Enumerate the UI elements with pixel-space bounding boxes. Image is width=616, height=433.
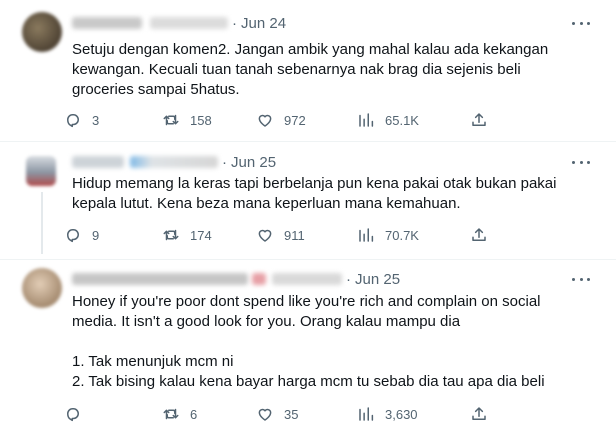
share-icon	[472, 407, 486, 420]
heart-icon	[258, 114, 272, 127]
avatar[interactable]	[22, 268, 62, 308]
reply-count: 9	[92, 227, 100, 243]
tweet-header: · Jun 25	[72, 152, 276, 172]
view-count: 3,630	[385, 406, 418, 422]
retweet-count: 6	[190, 406, 198, 422]
more-icon[interactable]	[572, 14, 590, 32]
tweet[interactable]: · Jun 25 Honey if you're poor dont spend…	[0, 260, 616, 433]
thread-line	[41, 192, 43, 254]
like-button[interactable]: 911	[256, 226, 305, 244]
retweet-button[interactable]: 6	[162, 405, 197, 423]
tweet-text: Hidup memang la keras tapi berbelanja pu…	[72, 175, 557, 212]
tweet-text: Setuju dengan komen2. Jangan ambik yang …	[72, 41, 549, 98]
like-count: 911	[284, 227, 305, 243]
tweet-date[interactable]: Jun 25	[355, 271, 400, 288]
reply-button[interactable]: 3	[64, 111, 99, 129]
heart-icon	[258, 229, 272, 242]
views-icon	[359, 228, 374, 242]
separator-dot: ·	[346, 270, 351, 288]
separator-dot: ·	[232, 14, 237, 32]
retweet-count: 158	[190, 112, 212, 128]
username[interactable]	[272, 273, 342, 285]
tweet-text: Honey if you're poor dont spend like you…	[72, 293, 545, 390]
reply-icon	[67, 408, 79, 422]
reply-count: 3	[92, 112, 100, 128]
reply-button[interactable]	[64, 405, 92, 423]
display-name[interactable]	[72, 273, 248, 285]
avatar[interactable]	[26, 156, 56, 186]
views-icon	[359, 407, 374, 421]
views-button[interactable]: 65.1K	[357, 111, 419, 129]
retweet-icon	[163, 408, 179, 420]
like-button[interactable]: 972	[256, 111, 306, 129]
views-icon	[359, 113, 374, 127]
heart-icon	[258, 408, 272, 421]
tweet-feed: · Jun 24 Setuju dengan komen2. Jangan am…	[0, 0, 616, 433]
more-icon[interactable]	[572, 270, 590, 288]
tweet[interactable]: · Jun 25 Hidup memang la keras tapi berb…	[0, 142, 616, 260]
display-name[interactable]	[72, 156, 124, 168]
share-button[interactable]	[470, 226, 498, 244]
username[interactable]	[150, 17, 228, 29]
share-icon	[472, 113, 486, 126]
tweet-actions: 3 158 972 65.1K	[64, 110, 504, 130]
tweet-header: · Jun 25	[72, 269, 400, 289]
like-button[interactable]: 35	[256, 405, 298, 423]
views-button[interactable]: 70.7K	[357, 226, 419, 244]
like-count: 35	[284, 406, 299, 422]
share-button[interactable]	[470, 111, 498, 129]
retweet-icon	[163, 114, 179, 126]
flag-emoji	[252, 273, 266, 285]
reply-button[interactable]: 9	[64, 226, 99, 244]
share-button[interactable]	[470, 405, 498, 423]
share-icon	[472, 228, 486, 241]
avatar[interactable]	[22, 12, 62, 52]
retweet-icon	[163, 229, 179, 241]
tweet-date[interactable]: Jun 24	[241, 15, 286, 32]
reply-icon	[67, 114, 79, 128]
retweet-count: 174	[190, 227, 212, 243]
tweet-actions: 9 174 911 70.7K	[64, 225, 504, 245]
retweet-button[interactable]: 174	[162, 226, 212, 244]
separator-dot: ·	[222, 153, 227, 171]
view-count: 70.7K	[385, 227, 419, 243]
tweet-actions: 6 35 3,630	[64, 404, 504, 424]
views-button[interactable]: 3,630	[357, 405, 418, 423]
username[interactable]	[130, 156, 218, 168]
display-name[interactable]	[72, 17, 142, 29]
tweet-date[interactable]: Jun 25	[231, 154, 276, 171]
tweet-header: · Jun 24	[72, 13, 286, 33]
more-icon[interactable]	[572, 153, 590, 171]
view-count: 65.1K	[385, 112, 419, 128]
reply-icon	[67, 229, 79, 243]
retweet-button[interactable]: 158	[162, 111, 212, 129]
tweet[interactable]: · Jun 24 Setuju dengan komen2. Jangan am…	[0, 0, 616, 142]
like-count: 972	[284, 112, 306, 128]
